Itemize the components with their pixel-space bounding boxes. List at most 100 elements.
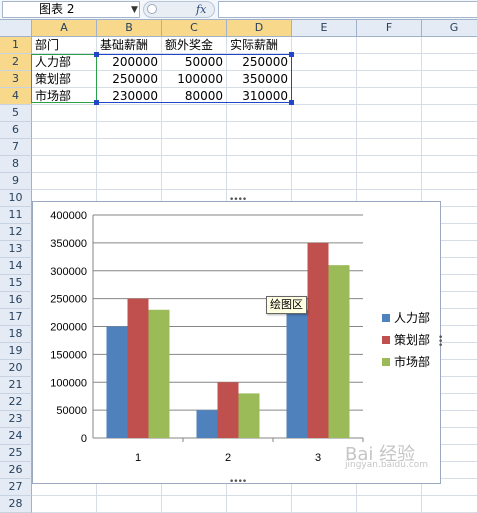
cell[interactable] [422, 173, 477, 190]
column-header-c[interactable]: C [162, 20, 227, 37]
insert-function-button[interactable]: fx [196, 2, 206, 17]
row-header-6[interactable]: 6 [0, 122, 32, 139]
table-cell[interactable]: 人力部 [32, 54, 97, 71]
table-cell[interactable]: 100000 [162, 71, 227, 88]
cell[interactable] [357, 54, 422, 71]
row-header-9[interactable]: 9 [0, 173, 32, 190]
cell[interactable] [357, 105, 422, 122]
cell[interactable] [292, 88, 357, 105]
cell[interactable] [32, 105, 97, 122]
cell[interactable] [97, 105, 162, 122]
row-header-11[interactable]: 11 [0, 207, 32, 224]
cell[interactable] [32, 173, 97, 190]
cell[interactable] [422, 105, 477, 122]
row-header-14[interactable]: 14 [0, 258, 32, 275]
range-handle[interactable] [94, 52, 99, 57]
cell[interactable] [97, 139, 162, 156]
column-header-g[interactable]: G [422, 20, 477, 37]
row-header-27[interactable]: 27 [0, 479, 32, 496]
cell[interactable] [422, 122, 477, 139]
cell[interactable] [292, 139, 357, 156]
cell[interactable] [292, 105, 357, 122]
table-cell[interactable]: 310000 [227, 88, 292, 105]
cell[interactable] [162, 105, 227, 122]
column-header-e[interactable]: E [292, 20, 357, 37]
range-handle[interactable] [289, 100, 294, 105]
row-header-25[interactable]: 25 [0, 445, 32, 462]
row-header-22[interactable]: 22 [0, 394, 32, 411]
cell[interactable] [357, 139, 422, 156]
row-header-8[interactable]: 8 [0, 156, 32, 173]
cell[interactable] [292, 37, 357, 54]
row-header-2[interactable]: 2 [0, 54, 32, 71]
column-header-f[interactable]: F [357, 20, 422, 37]
cell[interactable] [227, 173, 292, 190]
column-header-a[interactable]: A [32, 20, 97, 37]
cell[interactable] [422, 71, 477, 88]
cell[interactable] [357, 496, 422, 513]
header-cell[interactable]: 部门 [32, 37, 97, 54]
table-cell[interactable]: 80000 [162, 88, 227, 105]
name-box[interactable]: 图表 2 ▼ [2, 1, 140, 18]
range-handle[interactable] [94, 100, 99, 105]
cell[interactable] [292, 496, 357, 513]
cell[interactable] [357, 122, 422, 139]
cell[interactable] [292, 54, 357, 71]
cell[interactable] [227, 122, 292, 139]
row-header-4[interactable]: 4 [0, 88, 32, 105]
row-header-16[interactable]: 16 [0, 292, 32, 309]
row-header-26[interactable]: 26 [0, 462, 32, 479]
row-header-28[interactable]: 28 [0, 496, 32, 513]
row-header-10[interactable]: 10 [0, 190, 32, 207]
row-header-3[interactable]: 3 [0, 71, 32, 88]
cell[interactable] [162, 156, 227, 173]
legend-item[interactable]: 人力部 [382, 311, 430, 325]
cell[interactable] [162, 122, 227, 139]
column-header-b[interactable]: B [97, 20, 162, 37]
header-cell[interactable]: 基础薪酬 [97, 37, 162, 54]
table-cell[interactable]: 市场部 [32, 88, 97, 105]
chevron-down-icon[interactable]: ▼ [131, 2, 138, 19]
table-cell[interactable]: 350000 [227, 71, 292, 88]
table-cell[interactable]: 200000 [97, 54, 162, 71]
cell[interactable] [422, 37, 477, 54]
header-cell[interactable]: 额外奖金 [162, 37, 227, 54]
legend-item[interactable]: 市场部 [382, 355, 430, 369]
range-handle[interactable] [289, 52, 294, 57]
cell[interactable] [97, 173, 162, 190]
chart-resize-handle-bottom[interactable]: •••• [229, 478, 247, 487]
cell[interactable] [227, 156, 292, 173]
cell[interactable] [97, 496, 162, 513]
formula-input[interactable] [218, 1, 477, 18]
table-cell[interactable]: 50000 [162, 54, 227, 71]
row-header-18[interactable]: 18 [0, 326, 32, 343]
table-cell[interactable]: 策划部 [32, 71, 97, 88]
row-header-23[interactable]: 23 [0, 411, 32, 428]
chart-resize-handle-top[interactable]: •••• [229, 196, 247, 205]
cell[interactable] [97, 156, 162, 173]
cell[interactable] [292, 156, 357, 173]
row-header-17[interactable]: 17 [0, 309, 32, 326]
cell[interactable] [162, 139, 227, 156]
cell[interactable] [422, 156, 477, 173]
cell[interactable] [357, 37, 422, 54]
row-header-1[interactable]: 1 [0, 37, 32, 54]
row-header-19[interactable]: 19 [0, 343, 32, 360]
table-cell[interactable]: 250000 [97, 71, 162, 88]
cell[interactable] [97, 122, 162, 139]
row-header-13[interactable]: 13 [0, 241, 32, 258]
cell[interactable] [32, 156, 97, 173]
cell[interactable] [422, 139, 477, 156]
cell[interactable] [357, 71, 422, 88]
cell[interactable] [227, 139, 292, 156]
cell[interactable] [227, 105, 292, 122]
cell[interactable] [292, 173, 357, 190]
cell[interactable] [32, 122, 97, 139]
cell[interactable] [357, 88, 422, 105]
cell[interactable] [357, 156, 422, 173]
header-cell[interactable]: 实际薪酬 [227, 37, 292, 54]
table-cell[interactable]: 230000 [97, 88, 162, 105]
expand-handle-icon[interactable] [147, 4, 157, 14]
cell[interactable] [422, 496, 477, 513]
cell[interactable] [422, 88, 477, 105]
